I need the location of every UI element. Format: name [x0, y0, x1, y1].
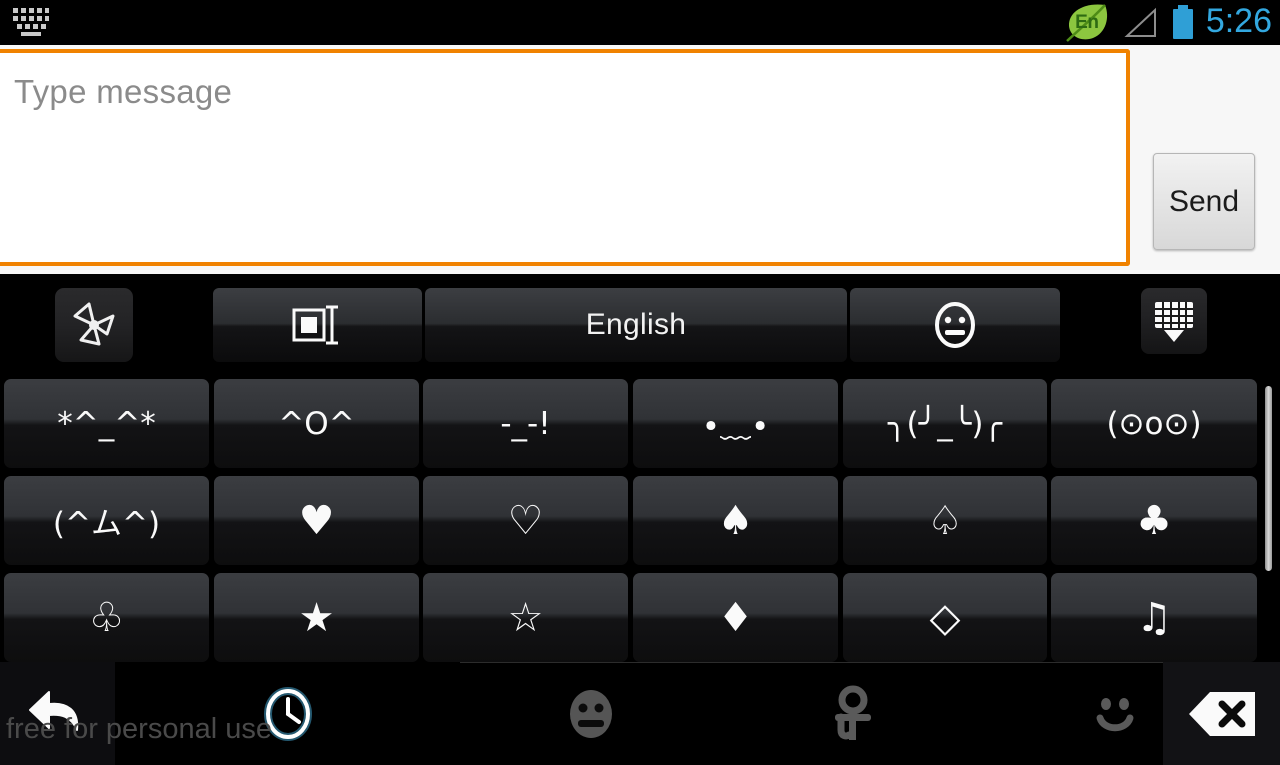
emoticon-key[interactable]: ★: [214, 573, 419, 662]
keyboard-panel: English *^_^* ^O^ -_-! •﹏• ╮(╯_╰)╭ (⊙o⊙)…: [0, 274, 1280, 765]
status-bar: En 5:26: [0, 0, 1280, 45]
language-leaf-badge: En: [1062, 2, 1112, 44]
emoticon-tab[interactable]: [460, 662, 722, 765]
recent-tab[interactable]: [115, 662, 460, 765]
emoticon-key[interactable]: ♧: [4, 573, 209, 662]
emoticon-key[interactable]: ♠: [633, 476, 838, 565]
status-bar-right: En 5:26: [1062, 0, 1272, 45]
emoticon-key[interactable]: -_-!: [423, 379, 628, 468]
emoticon-key[interactable]: *^_^*: [4, 379, 209, 468]
emoticon-key[interactable]: ☆: [423, 573, 628, 662]
signal-triangle-icon: [1124, 7, 1156, 37]
hide-keyboard-button[interactable]: [1141, 288, 1207, 354]
emoticon-grid: *^_^* ^O^ -_-! •﹏• ╮(╯_╰)╭ (⊙o⊙) (^ム^) ♥ ♡ ♠ ♤ ♣ ♧…: [0, 376, 1280, 662]
send-button[interactable]: Send: [1153, 153, 1255, 250]
hide-keyboard-icon: [1155, 302, 1193, 342]
keyboard-bottom-bar: [0, 662, 1280, 765]
status-bar-clock: 5:26: [1205, 2, 1272, 40]
language-button[interactable]: English: [425, 288, 847, 362]
layout-toggle-button[interactable]: [213, 288, 422, 362]
language-badge-label: En: [1075, 11, 1099, 33]
recent-clock-icon: [263, 686, 312, 741]
back-arrow-icon: [28, 690, 78, 731]
symbol-tab[interactable]: [722, 662, 984, 765]
phone-screen: En 5:26 Type message Send English *^_^* …: [0, 0, 1280, 765]
app-logo-button[interactable]: [55, 288, 133, 362]
emoticon-row: *^_^* ^O^ -_-! •﹏• ╮(╯_╰)╭ (⊙o⊙): [0, 376, 1280, 471]
message-input-placeholder: Type message: [14, 73, 233, 110]
emoticon-key[interactable]: ♦: [633, 573, 838, 662]
symbol-icon: [835, 685, 871, 740]
battery-icon: [1172, 4, 1193, 39]
backspace-button[interactable]: [1163, 662, 1280, 765]
keyboard-icon: [13, 8, 49, 36]
keyboard-toolbar: English: [0, 274, 1280, 376]
smiley-face-icon: [935, 302, 975, 348]
emoticon-key[interactable]: ╮(╯_╰)╭: [843, 379, 1047, 468]
emoticon-key[interactable]: ^O^: [214, 379, 419, 468]
emoticon-row: ♧ ★ ☆ ♦ ◇ ♫: [0, 570, 1280, 665]
emoticon-key[interactable]: ♥: [214, 476, 419, 565]
emoticon-key[interactable]: ♤: [843, 476, 1047, 565]
app-logo-icon: [73, 302, 115, 346]
emoticon-face-icon: [570, 690, 612, 738]
emoticon-key[interactable]: ♫: [1051, 573, 1257, 662]
emoticon-key[interactable]: ◇: [843, 573, 1047, 662]
emoticon-key[interactable]: •﹏•: [633, 379, 838, 468]
emoji-toggle-button[interactable]: [850, 288, 1060, 362]
emoticon-key[interactable]: ♡: [423, 476, 628, 565]
emoticon-key[interactable]: ♣: [1051, 476, 1257, 565]
text-field-layout-icon: [292, 305, 338, 345]
emoticon-row: (^ム^) ♥ ♡ ♠ ♤ ♣: [0, 473, 1280, 568]
smiley-icon: [1096, 698, 1134, 732]
compose-area: Type message Send: [0, 45, 1280, 274]
emoticon-key[interactable]: (⊙o⊙): [1051, 379, 1257, 468]
emoticon-key[interactable]: (^ム^): [4, 476, 209, 565]
back-button[interactable]: [0, 662, 115, 765]
vertical-scrollbar[interactable]: [1265, 386, 1272, 571]
message-input[interactable]: Type message: [0, 49, 1130, 266]
keyboard-active-indicator: [10, 4, 52, 38]
backspace-icon: [1188, 691, 1255, 736]
